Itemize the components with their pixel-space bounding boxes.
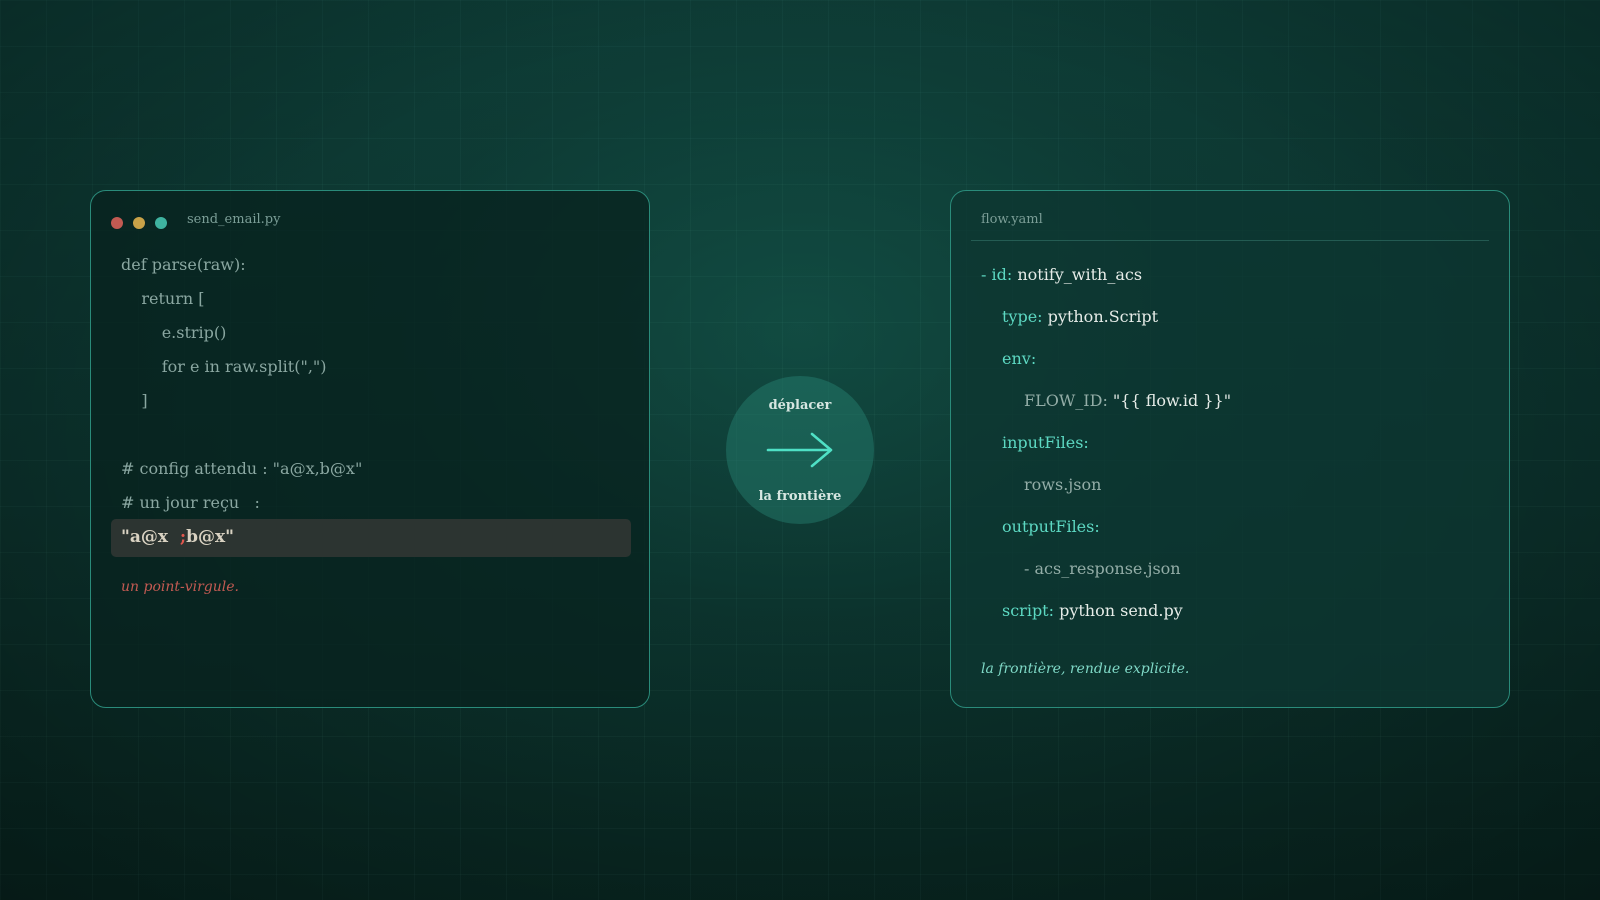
yaml-line-id: - id: notify_with_acs — [981, 265, 1142, 284]
yaml-line-type: type: python.Script — [1002, 307, 1158, 326]
yaml-line-acs-response: - acs_response.json — [1024, 559, 1181, 578]
python-filename: send_email.py — [187, 212, 281, 227]
yaml-key: script: — [1002, 601, 1054, 620]
received-value-highlight: "a@x ;b@x" — [111, 519, 631, 557]
yaml-value: - acs_response.json — [1024, 559, 1181, 578]
yaml-value: rows.json — [1024, 475, 1102, 494]
yaml-filename: flow.yaml — [981, 212, 1043, 227]
arrow-right-icon — [766, 432, 833, 468]
received-value-start: "a@x — [121, 527, 180, 547]
python-code-panel: send_email.py def parse(raw): return [ e… — [90, 190, 650, 708]
code-line: return [ — [121, 289, 205, 308]
code-comment: # un jour reçu : — [121, 493, 260, 512]
close-dot-icon — [111, 217, 123, 229]
yaml-value: python send.py — [1054, 601, 1183, 620]
code-line: for e in raw.split(",") — [121, 357, 327, 376]
yaml-line-input-files: inputFiles: — [1002, 433, 1089, 452]
yaml-key: env: — [1002, 349, 1037, 368]
yaml-key: FLOW_ID: — [1024, 391, 1108, 410]
minimize-dot-icon — [133, 217, 145, 229]
yaml-flow-panel: flow.yaml - id: notify_with_acs type: py… — [950, 190, 1510, 708]
semicolon-note: un point-virgule. — [121, 579, 239, 595]
code-line: def parse(raw): — [121, 255, 246, 274]
maximize-dot-icon — [155, 217, 167, 229]
yaml-value: notify_with_acs — [1012, 265, 1143, 284]
boundary-note: la frontière, rendue explicite. — [981, 661, 1190, 677]
yaml-line-env: env: — [1002, 349, 1036, 368]
code-line: e.strip() — [121, 323, 227, 342]
window-controls — [111, 214, 177, 229]
code-line: ] — [121, 391, 148, 410]
yaml-key: outputFiles: — [1002, 517, 1100, 536]
yaml-value: python.Script — [1042, 307, 1159, 326]
connector-bottom-label: la frontière — [758, 489, 842, 504]
yaml-line-script: script: python send.py — [1002, 601, 1183, 620]
header-divider — [971, 240, 1489, 241]
yaml-key: - id: — [981, 265, 1013, 284]
code-comment: # config attendu : "a@x,b@x" — [121, 459, 363, 478]
received-value-end: b@x" — [186, 527, 235, 547]
received-value: "a@x ;b@x" — [121, 527, 234, 547]
yaml-line-flow-id: FLOW_ID: "{{ flow.id }}" — [1024, 391, 1231, 410]
yaml-value: "{{ flow.id }}" — [1107, 391, 1232, 410]
connector-top-label: déplacer — [768, 398, 832, 413]
yaml-key: type: — [1002, 307, 1043, 326]
yaml-line-rows-json: rows.json — [1024, 475, 1101, 494]
yaml-key: inputFiles: — [1002, 433, 1089, 452]
yaml-line-output-files: outputFiles: — [1002, 517, 1100, 536]
move-boundary-connector: déplacer la frontière — [726, 376, 874, 524]
